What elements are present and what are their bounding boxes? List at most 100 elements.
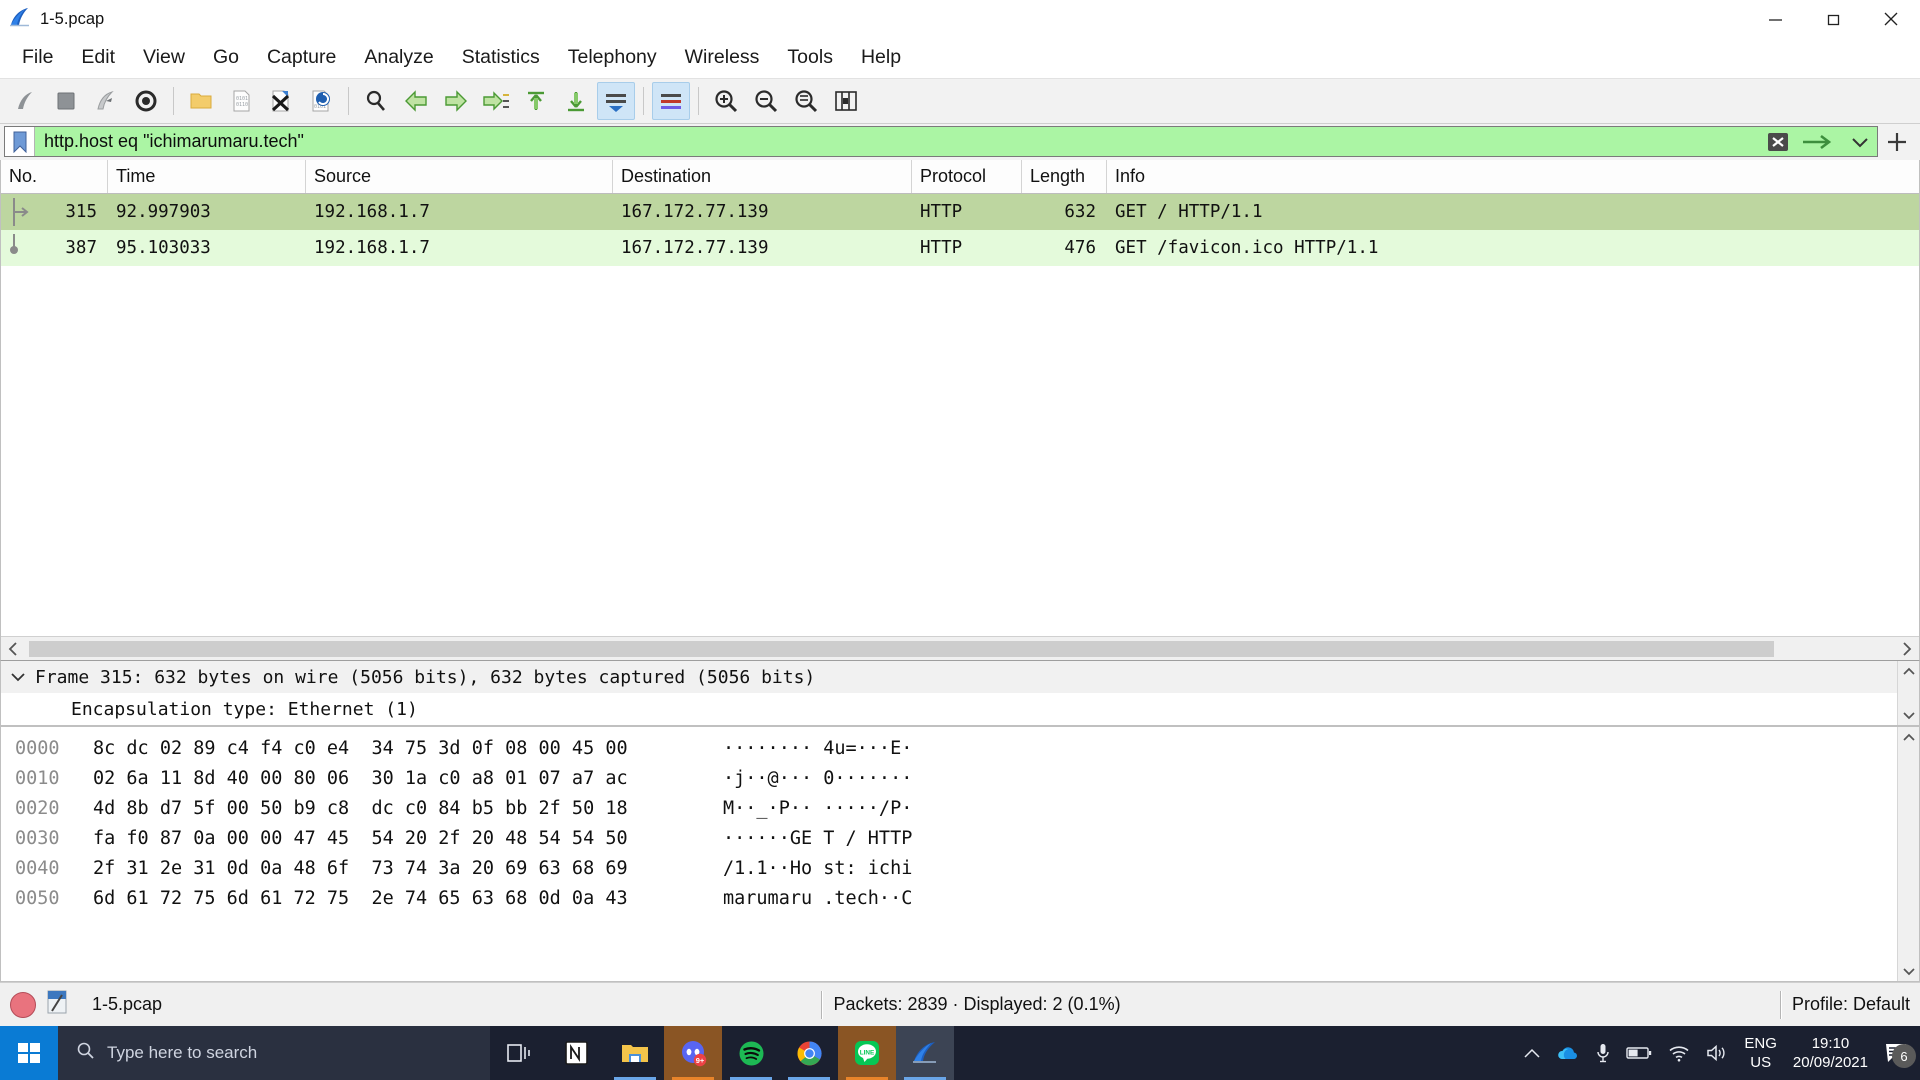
packet-list-rows[interactable]: 315 92.997903 192.168.1.7 167.172.77.139… [1,194,1919,636]
notion-icon[interactable] [548,1026,606,1080]
discord-icon[interactable]: 9+ [664,1026,722,1080]
column-header-length[interactable]: Length [1022,160,1107,193]
go-to-last-packet-icon[interactable] [557,82,595,120]
menu-item-go[interactable]: Go [199,45,253,71]
scrollbar-thumb[interactable] [29,641,1774,657]
cell-no: 315 [37,202,108,222]
go-to-first-packet-icon[interactable] [517,82,555,120]
file-explorer-icon[interactable] [606,1026,664,1080]
clear-filter-icon[interactable] [1761,127,1795,156]
minimize-button[interactable] [1746,0,1804,38]
status-profile[interactable]: Profile: Default [1792,994,1910,1015]
menu-item-statistics[interactable]: Statistics [448,45,554,71]
onedrive-cloud-icon[interactable] [1556,1045,1580,1061]
speaker-icon[interactable] [1706,1044,1728,1062]
scroll-up-icon[interactable] [1903,727,1915,747]
go-back-icon[interactable] [397,82,435,120]
chrome-icon[interactable] [780,1026,838,1080]
scroll-down-icon[interactable] [1903,705,1915,725]
windows-start-icon[interactable] [0,1026,58,1080]
resize-columns-icon[interactable] [827,82,865,120]
close-file-icon[interactable] [262,82,300,120]
menu-item-telephony[interactable]: Telephony [554,45,671,71]
cell-length: 632 [1022,202,1107,222]
packet-bytes-vertical-scrollbar[interactable] [1897,727,1919,981]
packet-details-vertical-scrollbar[interactable] [1897,661,1919,725]
battery-icon[interactable] [1626,1046,1652,1060]
column-header-protocol[interactable]: Protocol [912,160,1022,193]
expert-info-icon[interactable] [10,992,36,1018]
auto-scroll-icon[interactable] [597,82,635,120]
taskbar-search-box[interactable]: Type here to search [58,1026,490,1080]
bookmark-icon[interactable] [5,127,35,156]
table-row[interactable]: 387 95.103033 192.168.1.7 167.172.77.139… [1,230,1919,266]
column-header-info[interactable]: Info [1107,160,1919,193]
go-to-packet-icon[interactable] [477,82,515,120]
scroll-up-icon[interactable] [1903,661,1915,681]
find-packet-icon[interactable] [357,82,395,120]
display-filter-input-wrap[interactable]: http.host eq "ichimarumaru.tech" [4,126,1878,157]
menu-item-analyze[interactable]: Analyze [350,45,447,71]
colorize-packets-icon[interactable] [652,82,690,120]
svg-text:0110: 0110 [236,102,248,108]
column-header-destination[interactable]: Destination [613,160,912,193]
menu-item-capture[interactable]: Capture [253,45,350,71]
notifications-icon[interactable]: 6 [1884,1042,1910,1064]
menu-item-edit[interactable]: Edit [67,45,129,71]
column-header-no[interactable]: No. [1,160,108,193]
spotify-icon[interactable] [722,1026,780,1080]
close-button[interactable] [1862,0,1920,38]
restart-capture-icon[interactable] [87,82,125,120]
wifi-icon[interactable] [1668,1045,1690,1062]
cell-source: 192.168.1.7 [306,202,613,222]
menu-item-tools[interactable]: Tools [773,45,847,71]
capture-file-properties-icon[interactable] [46,989,68,1020]
menu-item-file[interactable]: File [8,45,67,71]
chevron-up-icon[interactable] [1524,1048,1540,1059]
start-capture-icon[interactable] [7,82,45,120]
table-row[interactable]: 315 92.997903 192.168.1.7 167.172.77.139… [1,194,1919,230]
add-filter-button-icon[interactable] [1878,126,1916,157]
chevron-down-icon[interactable] [1,671,35,683]
task-view-icon[interactable] [490,1026,548,1080]
column-header-source[interactable]: Source [306,160,613,193]
column-header-time[interactable]: Time [108,160,306,193]
open-file-icon[interactable] [182,82,220,120]
packet-list-horizontal-scrollbar[interactable] [1,636,1919,660]
zoom-out-icon[interactable] [747,82,785,120]
scrollbar-track[interactable] [25,638,1895,660]
search-input[interactable]: Type here to search [107,1043,257,1063]
menu-item-help[interactable]: Help [847,45,915,71]
scroll-down-icon[interactable] [1903,961,1915,981]
capture-options-icon[interactable] [127,82,165,120]
line-icon[interactable]: LINE [838,1026,896,1080]
zoom-in-icon[interactable] [707,82,745,120]
hex-ascii: ·j··@··· 0······· [723,768,912,789]
packet-bytes-pane[interactable]: 0000 8c dc 02 89 c4 f4 c0 e4 34 75 3d 0f… [0,726,1920,982]
display-filter-input[interactable]: http.host eq "ichimarumaru.tech" [35,127,1761,156]
microphone-icon[interactable] [1596,1043,1610,1063]
apply-filter-arrow-icon[interactable] [1795,127,1843,156]
clock[interactable]: 19:10 20/09/2021 [1793,1034,1868,1072]
save-file-icon[interactable]: 0101 0110 [222,82,260,120]
scroll-right-icon[interactable] [1895,638,1919,660]
menu-item-wireless[interactable]: Wireless [671,45,774,71]
packet-details-pane[interactable]: Frame 315: 632 bytes on wire (5056 bits)… [0,660,1920,726]
go-forward-icon[interactable] [437,82,475,120]
filter-history-chevron-icon[interactable] [1843,127,1877,156]
toolbar-separator-3 [643,87,644,115]
menu-bar: File Edit View Go Capture Analyze Statis… [0,38,1920,78]
scroll-left-icon[interactable] [1,638,25,660]
toolbar-separator-4 [698,87,699,115]
reload-file-icon[interactable]: 0101 [302,82,340,120]
stop-capture-icon[interactable] [47,82,85,120]
hex-bytes: 6d 61 72 75 6d 61 72 75 2e 74 65 63 68 0… [93,888,723,909]
language-indicator[interactable]: ENG US [1744,1034,1777,1072]
normal-size-icon[interactable] [787,82,825,120]
detail-row-frame[interactable]: Frame 315: 632 bytes on wire (5056 bits)… [1,661,1897,693]
detail-row-encapsulation[interactable]: Encapsulation type: Ethernet (1) [1,693,1897,725]
menu-item-view[interactable]: View [129,45,199,71]
wireshark-icon[interactable] [896,1026,954,1080]
maximize-button[interactable] [1804,0,1862,38]
detail-row-label: Encapsulation type: Ethernet (1) [71,699,418,720]
